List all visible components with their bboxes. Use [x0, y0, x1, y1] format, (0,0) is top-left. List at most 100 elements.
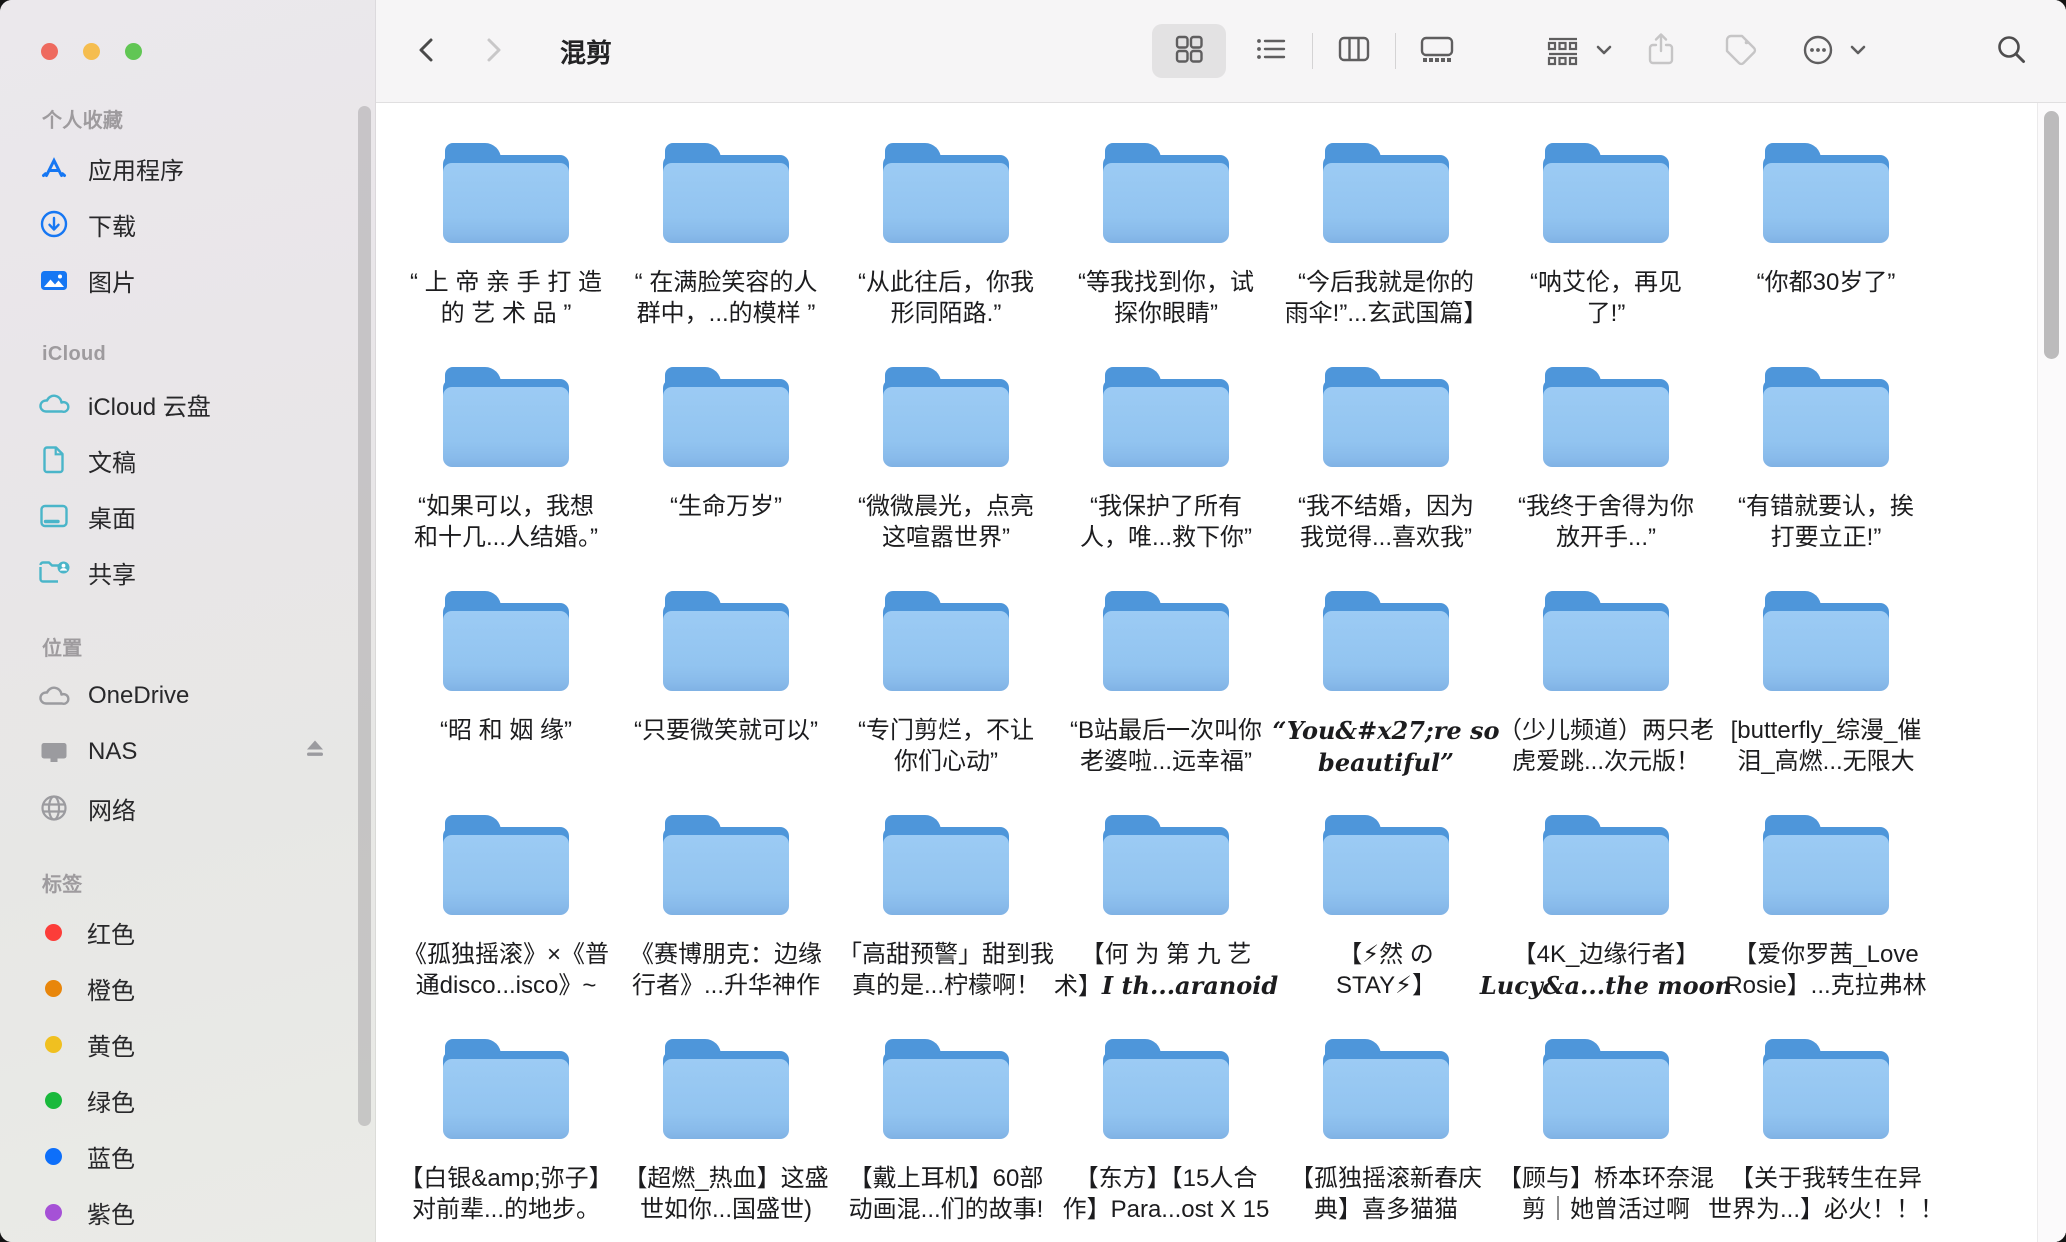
folder-icon	[883, 815, 1009, 915]
share-button[interactable]	[1644, 31, 1678, 72]
zoom-button[interactable]	[125, 43, 142, 60]
folder-item[interactable]: 【孤独摇滚新春庆典】喜多猫猫	[1276, 1019, 1496, 1242]
folder-item[interactable]: [butterfly_综漫_催泪_高燃...无限大	[1716, 571, 1936, 795]
sidebar-item-tag-blue[interactable]: 蓝色	[0, 1128, 376, 1184]
sidebar-item-documents[interactable]: 文稿	[0, 432, 376, 488]
more-button[interactable]	[1800, 32, 1868, 71]
folder-icon	[663, 815, 789, 915]
group-by-button[interactable]	[1544, 33, 1614, 70]
sidebar-item-label: 网络	[88, 791, 136, 826]
folder-item[interactable]: 《孤独摇滚》×《普通disco...isco》~	[396, 795, 616, 1019]
sidebar-item-downloads[interactable]: 下载	[0, 196, 376, 252]
sidebar-scrollbar[interactable]	[358, 106, 371, 1126]
sidebar-item-label: 图片	[88, 263, 136, 298]
list-view-icon	[1254, 32, 1288, 71]
folder-label: “如果可以，我想和十几...人结婚。”	[414, 491, 598, 553]
folder-item[interactable]: 【东方】【15人合作】Para...ost X 15	[1056, 1019, 1276, 1242]
folder-item[interactable]: “呐艾伦，再见了!”	[1496, 123, 1716, 347]
folder-icon	[443, 591, 569, 691]
folder-item[interactable]: 【白银&amp;弥子】对前辈...的地步。	[396, 1019, 616, 1242]
forward-button[interactable]	[480, 34, 506, 69]
folder-item[interactable]: “ 上 帝 亲 手 打 造的 艺 术 品 ”	[396, 123, 616, 347]
folder-icon	[1103, 143, 1229, 243]
folder-item[interactable]: （少儿频道）两只老虎爱跳...次元版！	[1496, 571, 1716, 795]
folder-item[interactable]: 《赛博朋克：边缘行者》...升华神作	[616, 795, 836, 1019]
scrollbar-thumb[interactable]	[2044, 111, 2059, 359]
eject-icon[interactable]	[302, 737, 328, 768]
sidebar-item-tag-yellow[interactable]: 黄色	[0, 1016, 376, 1072]
desktop-icon	[36, 498, 72, 534]
search-button[interactable]	[1994, 32, 2030, 71]
back-button[interactable]	[414, 34, 440, 69]
minimize-button[interactable]	[83, 43, 100, 60]
folder-label: “只要微笑就可以”	[634, 715, 818, 746]
folder-item[interactable]: “我保护了所有人，唯...救下你”	[1056, 347, 1276, 571]
sidebar-item-shared[interactable]: 共享	[0, 544, 376, 600]
sidebar-item-tag-purple[interactable]: 紫色	[0, 1184, 376, 1240]
sidebar-item-tag-red[interactable]: 红色	[0, 904, 376, 960]
sidebar-item-icloud-drive[interactable]: iCloud 云盘	[0, 376, 376, 432]
sidebar-item-applications[interactable]: 应用程序	[0, 140, 376, 196]
sidebar-item-tag-green[interactable]: 绿色	[0, 1072, 376, 1128]
sidebar-item-pictures[interactable]: 图片	[0, 252, 376, 308]
list-view-button[interactable]	[1230, 24, 1312, 78]
folder-item[interactable]: 【关于我转生在异世界为...】必火！！！	[1716, 1019, 1936, 1242]
folder-item[interactable]: “有错就要认，挨打要立正!”	[1716, 347, 1936, 571]
sidebar-item-network[interactable]: 网络	[0, 780, 376, 836]
folder-item[interactable]: 【4K_边缘行者】Lucy&a...the moon	[1496, 795, 1716, 1019]
folder-item[interactable]: 【何 为 第 九 艺术】I th...aranoid	[1056, 795, 1276, 1019]
folder-item[interactable]: “生命万岁”	[616, 347, 836, 571]
folder-item[interactable]: “专门剪烂，不让你们心动”	[836, 571, 1056, 795]
folder-label: “微微晨光，点亮这喧嚣世界”	[858, 491, 1034, 553]
sidebar-item-desktop[interactable]: 桌面	[0, 488, 376, 544]
column-view-button[interactable]	[1313, 24, 1395, 78]
folder-item[interactable]: “等我找到你，试探你眼睛”	[1056, 123, 1276, 347]
folder-item[interactable]: “今后我就是你的雨伞!”...玄武国篇】	[1276, 123, 1496, 347]
folder-item[interactable]: “昭 和 姻 缘”	[396, 571, 616, 795]
folder-item[interactable]: 「高甜预警」甜到我真的是...柠檬啊！	[836, 795, 1056, 1019]
folder-label: “今后我就是你的雨伞!”...玄武国篇】	[1285, 267, 1488, 329]
folder-item[interactable]: “如果可以，我想和十几...人结婚。”	[396, 347, 616, 571]
folder-item[interactable]: 【戴上耳机】60部动画混...们的故事!	[836, 1019, 1056, 1242]
folder-item[interactable]: “你都30岁了”	[1716, 123, 1936, 347]
folder-item[interactable]: “从此往后，你我形同陌路.”	[836, 123, 1056, 347]
folder-label: “从此往后，你我形同陌路.”	[858, 267, 1034, 329]
folder-item[interactable]: 【超燃_热血】这盛世如你...国盛世)	[616, 1019, 836, 1242]
folder-item[interactable]: 【顾与】桥本环奈混剪｜她曾活过啊	[1496, 1019, 1716, 1242]
group-by-icon	[1544, 33, 1582, 70]
sidebar-item-label: 橙色	[87, 971, 135, 1006]
document-icon	[36, 442, 72, 478]
folder-item[interactable]: “我不结婚，因为我觉得...喜欢我”	[1276, 347, 1496, 571]
folder-grid: “ 上 帝 亲 手 打 造的 艺 术 品 ”“ 在满脸笑容的人群中，...的模样…	[396, 123, 1936, 1242]
folder-icon	[883, 1039, 1009, 1139]
sidebar-item-label: 紫色	[87, 1195, 135, 1230]
pictures-icon	[36, 262, 72, 298]
icon-view-button[interactable]	[1152, 24, 1226, 78]
gallery-view-button[interactable]	[1396, 24, 1478, 78]
folder-item[interactable]: “我终于舍得为你放开手...”	[1496, 347, 1716, 571]
folder-item[interactable]: “只要微笑就可以”	[616, 571, 836, 795]
sidebar-item-nas[interactable]: NAS	[0, 724, 376, 780]
more-icon	[1800, 32, 1836, 71]
folder-icon	[443, 1039, 569, 1139]
folder-label: 【关于我转生在异世界为...】必火！！！	[1708, 1163, 1944, 1225]
sidebar-item-tag-orange[interactable]: 橙色	[0, 960, 376, 1016]
folder-item[interactable]: 【爱你罗茜_LoveRosie】...克拉弗林	[1716, 795, 1936, 1019]
chevron-right-icon	[480, 34, 506, 69]
folder-item[interactable]: “B站最后一次叫你老婆啦...远幸福”	[1056, 571, 1276, 795]
folder-label: 【白银&amp;弥子】对前辈...的地步。	[399, 1163, 612, 1225]
sidebar-section-header: 个人收藏	[42, 96, 376, 140]
folder-item[interactable]: “ 在满脸笑容的人群中，...的模样 ”	[616, 123, 836, 347]
folder-item[interactable]: “微微晨光，点亮这喧嚣世界”	[836, 347, 1056, 571]
folder-label: 【爱你罗茜_LoveRosie】...克拉弗林	[1725, 939, 1926, 1001]
folder-icon	[1543, 367, 1669, 467]
cloud-icon	[36, 678, 72, 714]
sidebar-item-onedrive[interactable]: OneDrive	[0, 668, 376, 724]
close-button[interactable]	[41, 43, 58, 60]
folder-label: 【孤独摇滚新春庆典】喜多猫猫	[1290, 1163, 1482, 1225]
folder-item[interactable]: 【⚡然 のSTAY⚡】	[1276, 795, 1496, 1019]
folder-item[interactable]: “You&#x27;re sobeautiful”	[1276, 571, 1496, 795]
tag-button[interactable]	[1722, 31, 1760, 72]
folder-icon	[443, 143, 569, 243]
folder-icon	[1763, 143, 1889, 243]
